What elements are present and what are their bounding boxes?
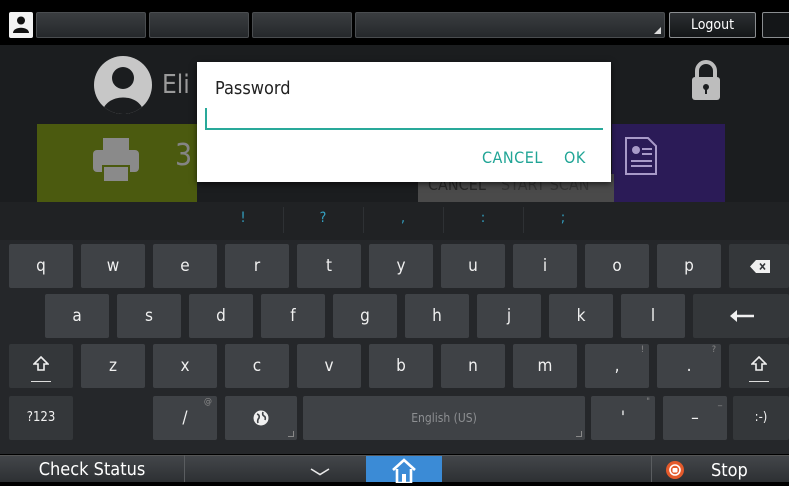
text-caret bbox=[205, 108, 207, 130]
logout-button[interactable]: Logout bbox=[669, 12, 756, 38]
key-a[interactable]: a bbox=[45, 294, 109, 338]
divider bbox=[363, 207, 364, 233]
symbol-key[interactable]: : bbox=[473, 210, 493, 226]
globe-icon bbox=[253, 410, 269, 426]
stop-hand-glyph bbox=[669, 464, 681, 476]
status-segment bbox=[36, 12, 146, 38]
emoticon-key[interactable]: :-) bbox=[733, 396, 789, 440]
divider bbox=[283, 207, 284, 233]
key-w[interactable]: w bbox=[81, 244, 145, 288]
status-segment bbox=[149, 12, 249, 38]
hide-keyboard-button[interactable] bbox=[300, 462, 340, 482]
key-e[interactable]: e bbox=[153, 244, 217, 288]
symbols-mode-key[interactable]: ?123 bbox=[9, 396, 73, 440]
dialog-cancel-button[interactable]: CANCEL bbox=[482, 148, 543, 167]
key-n[interactable]: n bbox=[441, 344, 505, 388]
divider bbox=[443, 207, 444, 233]
dialog-ok-button[interactable]: OK bbox=[564, 148, 586, 167]
key-comma[interactable]: , ! bbox=[585, 344, 649, 388]
enter-icon bbox=[730, 310, 754, 322]
shift-key-right[interactable] bbox=[729, 344, 789, 388]
key-slash-label: / bbox=[182, 408, 188, 428]
energy-saver-button[interactable] bbox=[762, 12, 789, 38]
printer-icon bbox=[93, 138, 139, 183]
check-status-button[interactable]: Check Status bbox=[0, 455, 185, 482]
key-b[interactable]: b bbox=[369, 344, 433, 388]
key-hint: _ bbox=[717, 397, 722, 407]
moon-icon bbox=[774, 19, 781, 33]
key-q[interactable]: q bbox=[9, 244, 73, 288]
long-press-marker bbox=[288, 431, 294, 437]
key-k[interactable]: k bbox=[549, 294, 613, 338]
key-hint: @ bbox=[203, 397, 212, 407]
key-apostrophe-label: ' bbox=[620, 408, 626, 428]
key-v[interactable]: v bbox=[297, 344, 361, 388]
key-d[interactable]: d bbox=[189, 294, 253, 338]
long-press-marker bbox=[576, 431, 582, 437]
key-slash[interactable]: / @ bbox=[153, 396, 217, 440]
shift-icon bbox=[33, 356, 49, 371]
password-input[interactable] bbox=[205, 108, 603, 130]
status-segment bbox=[252, 12, 352, 38]
key-t[interactable]: t bbox=[297, 244, 361, 288]
scan-tile[interactable] bbox=[612, 124, 725, 202]
key-p[interactable]: p bbox=[657, 244, 721, 288]
key-period[interactable]: . ? bbox=[657, 344, 721, 388]
enter-key[interactable] bbox=[693, 294, 789, 338]
symbol-key[interactable]: , bbox=[393, 210, 413, 226]
home-button[interactable] bbox=[366, 456, 442, 483]
key-apostrophe[interactable]: ' " bbox=[591, 396, 655, 440]
key-r[interactable]: r bbox=[225, 244, 289, 288]
key-comma-label: , bbox=[614, 356, 620, 376]
key-o[interactable]: o bbox=[585, 244, 649, 288]
home-icon bbox=[392, 458, 416, 483]
key-f[interactable]: f bbox=[261, 294, 325, 338]
key-l[interactable]: l bbox=[621, 294, 685, 338]
space-bar[interactable]: English (US) bbox=[303, 396, 585, 440]
key-dash[interactable]: – _ bbox=[663, 396, 727, 440]
divider bbox=[651, 456, 652, 482]
lock-icon bbox=[692, 60, 720, 100]
key-dash-label: – bbox=[691, 408, 699, 428]
key-u[interactable]: u bbox=[441, 244, 505, 288]
divider bbox=[523, 207, 524, 233]
print-job-count: 3 bbox=[175, 138, 193, 173]
key-y[interactable]: y bbox=[369, 244, 433, 288]
key-j[interactable]: j bbox=[477, 294, 541, 338]
key-x[interactable]: x bbox=[153, 344, 217, 388]
key-m[interactable]: m bbox=[513, 344, 577, 388]
user-name: Eli bbox=[162, 70, 190, 100]
print-jobs-tile[interactable] bbox=[37, 124, 197, 202]
key-z[interactable]: z bbox=[81, 344, 145, 388]
key-s[interactable]: s bbox=[117, 294, 181, 338]
chevron-down-icon bbox=[310, 468, 330, 476]
symbol-key[interactable]: ? bbox=[313, 210, 333, 226]
key-hint: " bbox=[646, 397, 650, 407]
backspace-icon bbox=[750, 260, 770, 273]
key-hint: ? bbox=[711, 345, 716, 355]
key-h[interactable]: h bbox=[405, 294, 469, 338]
user-icon[interactable] bbox=[9, 12, 33, 38]
user-avatar-icon bbox=[94, 56, 152, 114]
stop-icon[interactable] bbox=[666, 461, 684, 479]
symbol-key[interactable]: ; bbox=[553, 210, 573, 226]
key-hint: ! bbox=[640, 345, 644, 355]
dialog-title: Password bbox=[215, 78, 291, 99]
shift-indicator bbox=[31, 381, 51, 382]
password-dialog: Password CANCEL OK bbox=[197, 62, 611, 182]
key-period-label: . bbox=[686, 356, 692, 376]
system-message-area[interactable] bbox=[355, 12, 665, 38]
key-g[interactable]: g bbox=[333, 294, 397, 338]
shift-icon bbox=[751, 356, 767, 371]
shift-indicator bbox=[749, 381, 769, 382]
backspace-key[interactable] bbox=[729, 244, 789, 288]
document-icon bbox=[625, 137, 657, 175]
key-i[interactable]: i bbox=[513, 244, 577, 288]
space-bar-label: English (US) bbox=[411, 411, 477, 425]
key-c[interactable]: c bbox=[225, 344, 289, 388]
symbol-key[interactable]: ! bbox=[233, 210, 253, 226]
language-key[interactable] bbox=[225, 396, 297, 440]
shift-key-left[interactable] bbox=[9, 344, 73, 388]
